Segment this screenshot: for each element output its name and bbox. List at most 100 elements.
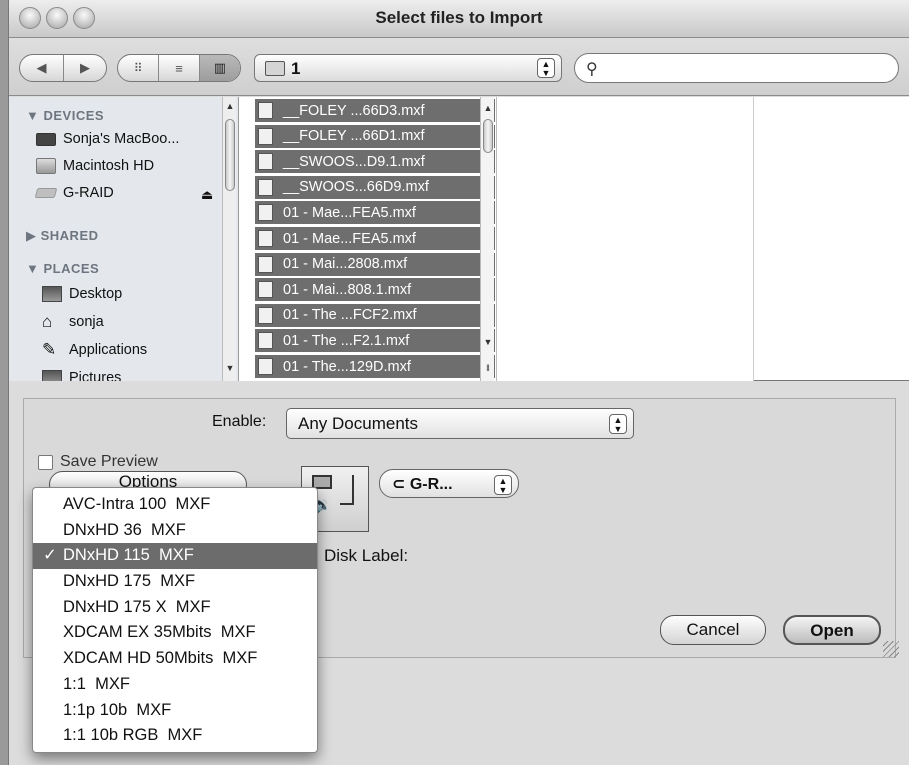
mxf-file-icon [258,102,273,119]
sidebar-item-label: G-RAID [63,185,114,201]
column-resize-icon[interactable]: ǁ [481,363,495,373]
format-menu: AVC-Intra 100 MXF DNxHD 36 MXF ✓ DNxHD 115 … [32,487,318,753]
format-menu-item-label: XDCAM HD 50Mbits MXF [63,649,258,668]
file-row[interactable]: 01 - The ...FCF2.mxf [255,303,495,327]
sidebar-scroll-thumb[interactable] [225,119,235,191]
scroll-up-icon[interactable]: ▲ [223,101,237,111]
sidebar-item-macbook[interactable]: Sonja's MacBoo... [36,131,179,147]
file-row[interactable]: __SWOOS...66D9.mxf [255,175,495,199]
format-menu-item-label: 1:1 MXF [63,674,130,693]
resize-grip-icon[interactable] [883,641,899,657]
format-menu-item-label: 1:1 10b RGB MXF [63,726,203,745]
disk-label: Disk Label: [324,546,409,565]
file-row[interactable]: 01 - The...129D.mxf [255,355,495,378]
drive-value: ⊂ G-R... [392,476,453,493]
format-menu-item[interactable]: ✓ DNxHD 115 MXF [33,543,317,570]
chevron-updown-icon: ▲ ▼ [537,58,555,78]
enable-popup[interactable]: Any Documents ▲ ▼ [286,408,634,439]
file-row[interactable]: __SWOOS...D9.1.mxf [255,150,495,174]
scroll-down-icon[interactable]: ▼ [481,337,495,347]
search-field[interactable]: ⚲ [574,53,899,83]
format-menu-item[interactable]: AVC-Intra 100 MXF [33,492,317,518]
format-menu-item[interactable]: 1:1p 10b MXF [33,698,317,724]
sidebar-item-applications[interactable]: ✎ Applications [42,340,148,359]
mxf-file-icon [258,281,273,299]
open-button-label: Open [810,621,854,640]
sidebar-item-desktop[interactable]: Desktop [42,286,122,302]
file-name: 01 - The ...F2.1.mxf [283,332,410,349]
title-bar: Select files to Import [9,0,909,38]
eject-icon[interactable]: ⏏ [201,187,213,203]
format-menu-item-label: DNxHD 36 MXF [63,520,186,539]
sidebar-item-label: Applications [69,342,148,358]
sidebar-header-shared[interactable]: ▶ SHARED [26,228,99,244]
external-drive-icon [34,188,58,198]
file-name: 01 - Mae...FEA5.mxf [283,230,416,247]
preview-column [497,97,754,381]
format-menu-item[interactable]: XDCAM EX 35Mbits MXF [33,620,317,646]
search-input[interactable] [609,58,879,78]
scroll-down-icon[interactable]: ▼ [223,363,237,373]
file-row[interactable]: 01 - Mai...808.1.mxf [255,278,495,302]
mxf-file-icon [258,332,273,350]
format-menu-item-label: AVC-Intra 100 MXF [63,495,211,513]
file-browser: ▼ DEVICES Sonja's MacBoo... Macintosh HD… [9,97,909,381]
mxf-file-icon [258,358,273,375]
format-menu-item[interactable]: DNxHD 36 MXF [33,518,317,544]
save-preview-checkbox[interactable] [38,455,53,470]
file-row[interactable]: 01 - The ...F2.1.mxf [255,329,495,353]
file-name: __SWOOS...66D9.mxf [283,179,429,196]
icon-view-icon[interactable]: ⠿ [118,55,158,81]
location-popup[interactable]: 1 ▲ ▼ [254,54,562,82]
mxf-file-icon [258,178,273,196]
sidebar-scrollbar[interactable]: ▲ ▼ [222,97,236,381]
list-view-icon[interactable]: ≡ [158,55,198,81]
format-menu-item[interactable]: DNxHD 175 MXF [33,569,317,595]
drive-value-text: G-R... [409,476,453,493]
sidebar-item-label: Macintosh HD [63,158,155,174]
view-mode-control: ⠿ ≡ ▥ [117,54,241,82]
connector-line [340,475,354,505]
file-row[interactable]: 01 - Mae...FEA5.mxf [255,227,495,250]
chevron-updown-icon: ▲ ▼ [609,414,627,434]
sidebar-item-pictures[interactable]: Pictures [42,370,121,381]
sidebar-header-places: ▼ PLACES [26,261,100,276]
drive-popup[interactable]: ⊂ G-R... ▲ ▼ [379,469,519,498]
format-menu-item[interactable]: DNxHD 175 X MXF [33,595,317,621]
file-name: __FOLEY ...66D1.mxf [283,128,425,145]
sidebar-item-label: Desktop [69,286,123,302]
back-forward-control: ◀ ▶ [19,54,107,82]
laptop-icon [36,132,56,146]
file-row[interactable]: __FOLEY ...66D3.mxf [255,99,495,122]
back-arrow-icon[interactable]: ◀ [20,55,63,81]
column-view-icon[interactable]: ▥ [198,55,240,81]
file-row[interactable]: __FOLEY ...66D1.mxf [255,124,495,148]
file-list-scroll-thumb[interactable] [483,119,493,153]
pictures-icon [42,370,62,381]
file-row[interactable]: 01 - Mae...FEA5.mxf [255,201,495,225]
sidebar-item-sonja[interactable]: ⌂ sonja [42,312,104,331]
sidebar-item-macintosh-hd[interactable]: Macintosh HD [36,158,154,174]
sidebar-item-label: sonja [69,314,104,330]
sidebar-item-g-raid[interactable]: G-RAID [34,185,114,201]
file-row[interactable]: 01 - Mai...2808.mxf [255,252,495,276]
cancel-button[interactable]: Cancel [660,615,766,645]
mxf-file-icon [258,230,273,247]
sidebar-item-label: Pictures [69,370,122,381]
open-button[interactable]: Open [783,615,881,645]
file-name: 01 - Mai...2808.mxf [283,256,408,273]
enable-label: Enable: [212,413,267,430]
file-name: __SWOOS...D9.1.mxf [283,153,425,170]
chevron-updown-icon: ▲ ▼ [494,475,512,495]
checkmark-icon: ✓ [43,546,57,565]
format-menu-item[interactable]: XDCAM HD 50Mbits MXF [33,646,317,672]
folder-icon [265,61,285,76]
file-list-scrollbar[interactable]: ▲ ▼ ǁ [480,97,494,381]
forward-arrow-icon[interactable]: ▶ [62,55,106,81]
applications-icon: ✎ [42,340,57,359]
home-icon: ⌂ [42,312,53,331]
format-menu-item[interactable]: 1:1 10b RGB MXF [33,723,317,749]
scroll-up-icon[interactable]: ▲ [481,103,495,113]
file-name: 01 - The ...FCF2.mxf [283,307,417,324]
format-menu-item[interactable]: 1:1 MXF [33,672,317,698]
